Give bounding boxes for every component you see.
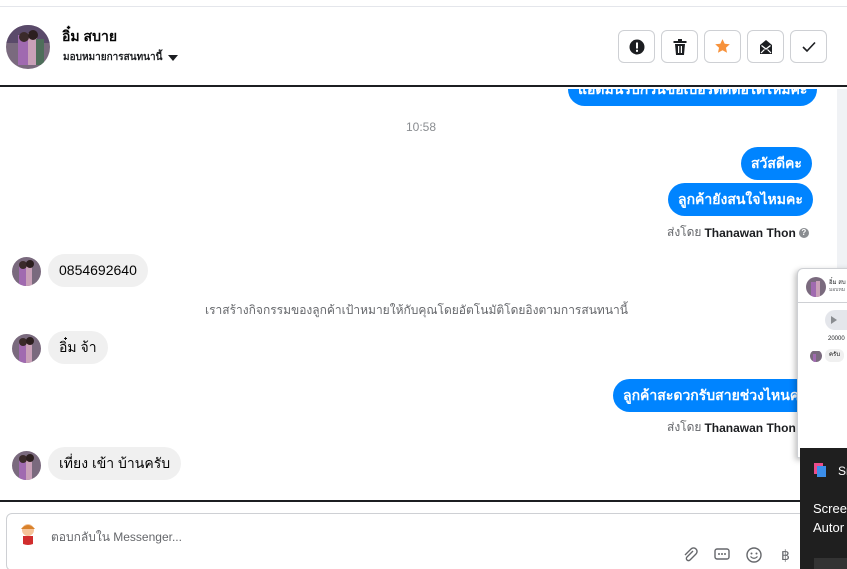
avatar [806, 277, 826, 297]
emoji-icon[interactable] [744, 545, 764, 565]
system-note: เราสร้างกิจกรรมของลูกค้าเป้าหมายให้กับคุ… [205, 303, 628, 317]
svg-text:฿: ฿ [781, 548, 790, 563]
reply-placeholder: ตอบกลับใน Messenger... [51, 530, 182, 544]
help-icon[interactable]: ? [798, 227, 809, 238]
message-outgoing: สวัสดีคะ [741, 147, 812, 180]
currency-icon[interactable]: ฿ [776, 545, 796, 565]
message-incoming: 0854692640 [48, 254, 148, 287]
delete-button[interactable] [661, 30, 698, 63]
mark-done-button[interactable] [790, 30, 827, 63]
composer-tools: ฿ [680, 545, 796, 565]
message-outgoing: ลูกค้าสะดวกรับสายช่วงไหนคะ [613, 379, 817, 412]
message-timestamp: 10:58 [406, 120, 437, 134]
message-thread[interactable]: แอดมินรบกวนขอเบอร์ติดต่อได้ไหมคะ 10:58 ส… [0, 89, 837, 498]
message-incoming: เที่ยง เข้า บ้านครับ [48, 447, 182, 480]
toast-title: Scree [813, 501, 847, 516]
avatar [12, 257, 41, 286]
saved-reply-icon[interactable] [712, 545, 732, 565]
sent-by-prefix: ส่งโดย [667, 225, 702, 239]
assign-conversation-dropdown[interactable]: มอบหมายการสนทนานี้ [63, 50, 179, 65]
avatar [12, 451, 41, 480]
screenshot-toast[interactable]: Sn Scree Autor [800, 448, 847, 569]
popup-divider [798, 302, 847, 303]
avatar [810, 350, 822, 362]
popup-assign: มอบหม [829, 287, 846, 293]
sent-by-label: ส่งโดย Thanawan Thon ? [667, 223, 809, 242]
page-avatar [16, 521, 40, 545]
report-button[interactable] [618, 30, 655, 63]
star-button[interactable] [704, 30, 741, 63]
sent-by-name: Thanawan Thon [704, 420, 796, 435]
exclamation-icon [629, 39, 645, 55]
message-incoming: อิ๋ม จ้า [48, 331, 108, 364]
contact-avatar[interactable] [6, 25, 50, 69]
audio-message[interactable] [825, 310, 847, 330]
star-icon [714, 38, 731, 55]
header-actions [618, 30, 827, 63]
composer: ตอบกลับใน Messenger... ฿ [0, 500, 847, 569]
trash-icon [673, 38, 687, 55]
play-icon[interactable] [831, 316, 837, 324]
move-to-button[interactable] [747, 30, 784, 63]
toast-app-name: Sn [838, 464, 847, 478]
message-outgoing: แอดมินรบกวนขอเบอร์ติดต่อได้ไหมคะ [568, 89, 818, 106]
toast-button[interactable] [814, 558, 847, 569]
attachment-icon[interactable] [680, 545, 700, 565]
conversation-header: อิ๋ม สบาย มอบหมายการสนทนานี้ [0, 7, 847, 87]
sent-by-label: ส่งโดย Thanawan Thon [667, 418, 796, 437]
chat-preview-popup[interactable]: อิ๋ม สบ มอบหม 20000 ครับ [797, 268, 847, 458]
popup-message: ครับ [825, 349, 845, 362]
snip-icon [814, 463, 826, 477]
caret-down-icon [168, 54, 179, 61]
popup-number: 20000 [828, 336, 845, 342]
message-outgoing: ลูกค้ายังสนใจไหมคะ [668, 183, 813, 216]
envelope-icon [758, 39, 774, 55]
toast-body: Autor [813, 520, 845, 535]
avatar [12, 334, 41, 363]
sent-by-prefix: ส่งโดย [667, 420, 702, 434]
assign-label: มอบหมายการสนทนานี้ [63, 52, 163, 63]
contact-name: อิ๋ม สบาย [62, 28, 118, 44]
sent-by-name: Thanawan Thon [704, 225, 796, 240]
check-icon [801, 41, 816, 53]
